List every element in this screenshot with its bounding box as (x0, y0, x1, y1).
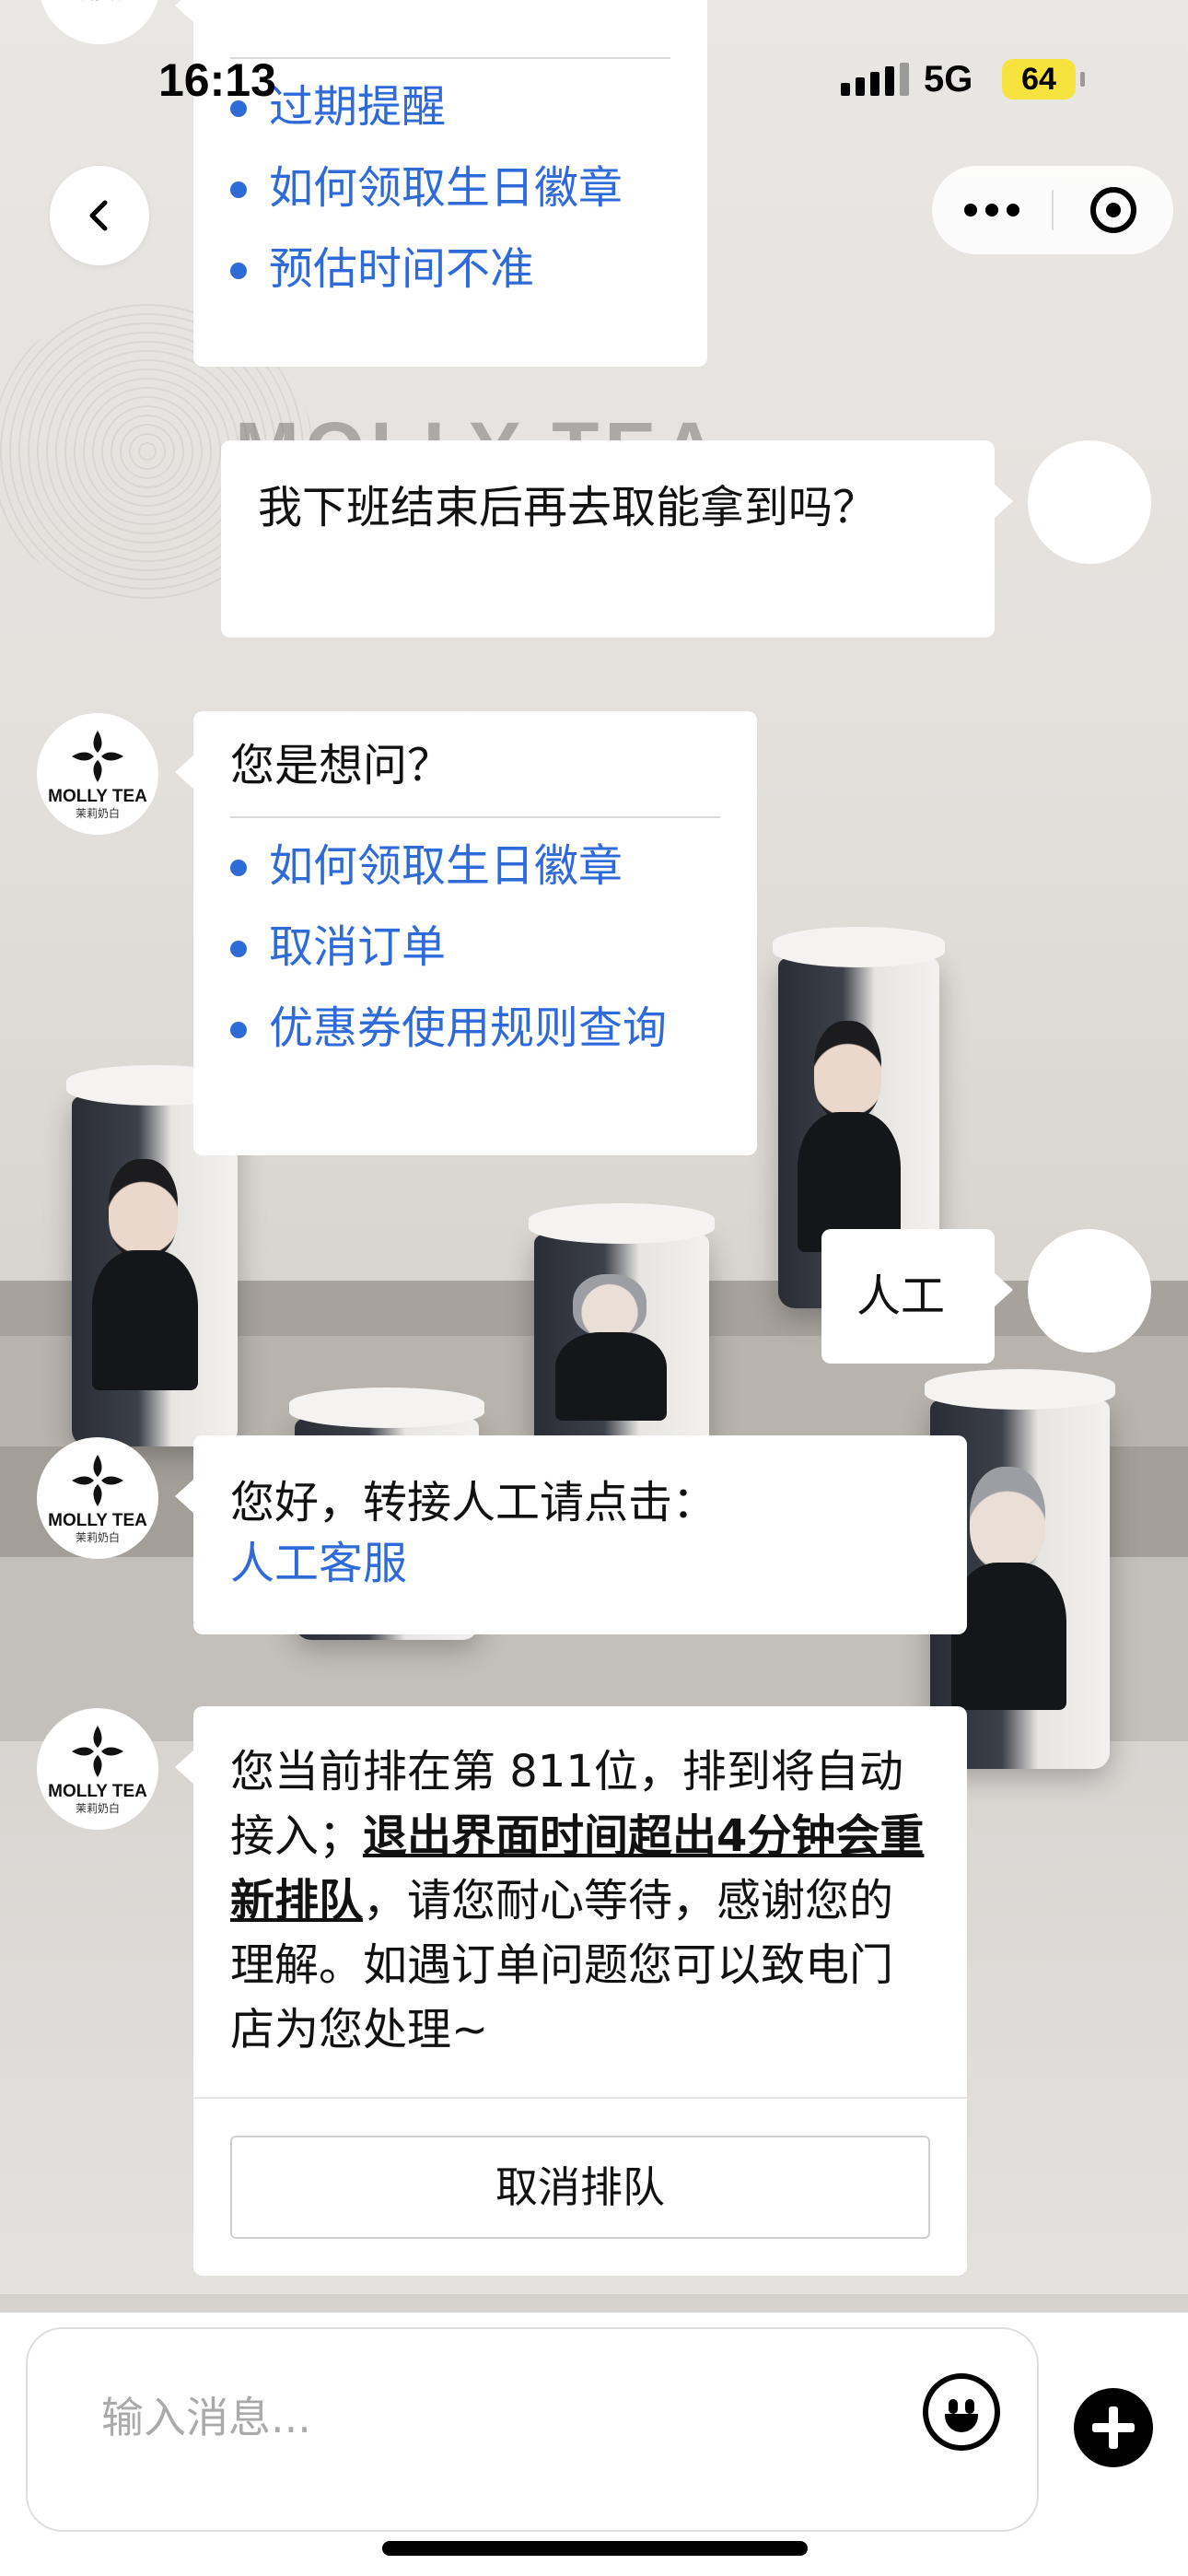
avatar-logo-sub: 茉莉奶白 (75, 1802, 120, 1815)
suggestion-title: 您是想问？ (230, 735, 720, 818)
suggestion-option[interactable]: 如何领取生日徽章 (230, 825, 720, 907)
plus-icon[interactable] (1074, 2388, 1153, 2467)
avatar-logo-text: MOLLY TEA (48, 787, 147, 806)
suggestion-option[interactable]: 预估时间不准 (230, 228, 670, 310)
home-indicator[interactable] (382, 2541, 808, 2556)
message-input[interactable]: 输入消息... (26, 2327, 1039, 2532)
battery-level: 64 (1021, 61, 1056, 97)
molly-tea-logo-icon (72, 1455, 123, 1506)
queue-message: 您当前排在第 811位，排到将自动接入；退出界面时间超出4分钟会重新排队，请您耐… (230, 1739, 930, 2062)
emoji-icon[interactable] (923, 2373, 1000, 2451)
signal-icon (841, 63, 909, 96)
battery-icon: 64 (1002, 59, 1085, 100)
avatar-logo-text: MOLLY TEA (48, 1511, 147, 1530)
avatar-logo-sub: 茉莉奶白 (75, 807, 120, 820)
status-bar: 16:13 5G 64 (0, 0, 1188, 138)
user-avatar (1028, 440, 1151, 564)
message-input-placeholder: 输入消息... (101, 2393, 311, 2442)
bot-avatar: MOLLY TEA 茉莉奶白 (37, 1708, 158, 1830)
transfer-text: 您好，转接人工请点击： (230, 1477, 717, 1528)
transfer-bubble: 您好，转接人工请点击： 人工客服 (175, 1435, 967, 1634)
suggestion-list: 如何领取生日徽章 取消订单 优惠券使用规则查询 (230, 825, 720, 1069)
user-message-text: 人工 (856, 1270, 946, 1322)
user-message-bubble: 人工 (821, 1229, 1013, 1364)
mini-program-capsule (932, 166, 1173, 254)
close-miniprogram-button[interactable] (1054, 166, 1173, 254)
suggestion-option[interactable]: 如何领取生日徽章 (230, 147, 670, 228)
more-button[interactable] (932, 166, 1052, 254)
network-type: 5G (924, 59, 973, 100)
human-service-link[interactable]: 人工客服 (230, 1533, 930, 1594)
user-message-bubble: 我下班结束后再去取能拿到吗？ (221, 440, 1013, 638)
input-bar: 输入消息... (0, 2313, 1188, 2576)
avatar-logo-sub: 茉莉奶白 (75, 1531, 120, 1544)
user-avatar (1028, 1229, 1151, 1352)
target-circle-icon (1090, 187, 1136, 233)
status-time: 16:13 (158, 54, 276, 106)
chevron-left-icon (89, 200, 108, 231)
cancel-queue-button[interactable]: 取消排队 (230, 2136, 930, 2239)
suggestion-bubble: 您是想问？ 如何领取生日徽章 取消订单 优惠券使用规则查询 (175, 711, 757, 1155)
suggestion-option[interactable]: 取消订单 (230, 907, 720, 988)
bot-avatar: MOLLY TEA 茉莉奶白 (37, 713, 158, 835)
queue-bubble: 您当前排在第 811位，排到将自动接入；退出界面时间超出4分钟会重新排队，请您耐… (175, 1706, 967, 2276)
more-dots-icon (964, 204, 977, 217)
cup-image (529, 1203, 715, 1456)
back-button[interactable] (50, 166, 149, 265)
bot-avatar: MOLLY TEA 茉莉奶白 (37, 1437, 158, 1559)
suggestion-option[interactable]: 优惠券使用规则查询 (230, 988, 720, 1069)
avatar-logo-text: MOLLY TEA (48, 1782, 147, 1801)
bubble-divider (193, 2097, 967, 2099)
molly-tea-logo-icon (72, 1726, 123, 1777)
user-message-text: 我下班结束后再去取能拿到吗？ (258, 482, 878, 533)
molly-tea-logo-icon (72, 731, 123, 782)
